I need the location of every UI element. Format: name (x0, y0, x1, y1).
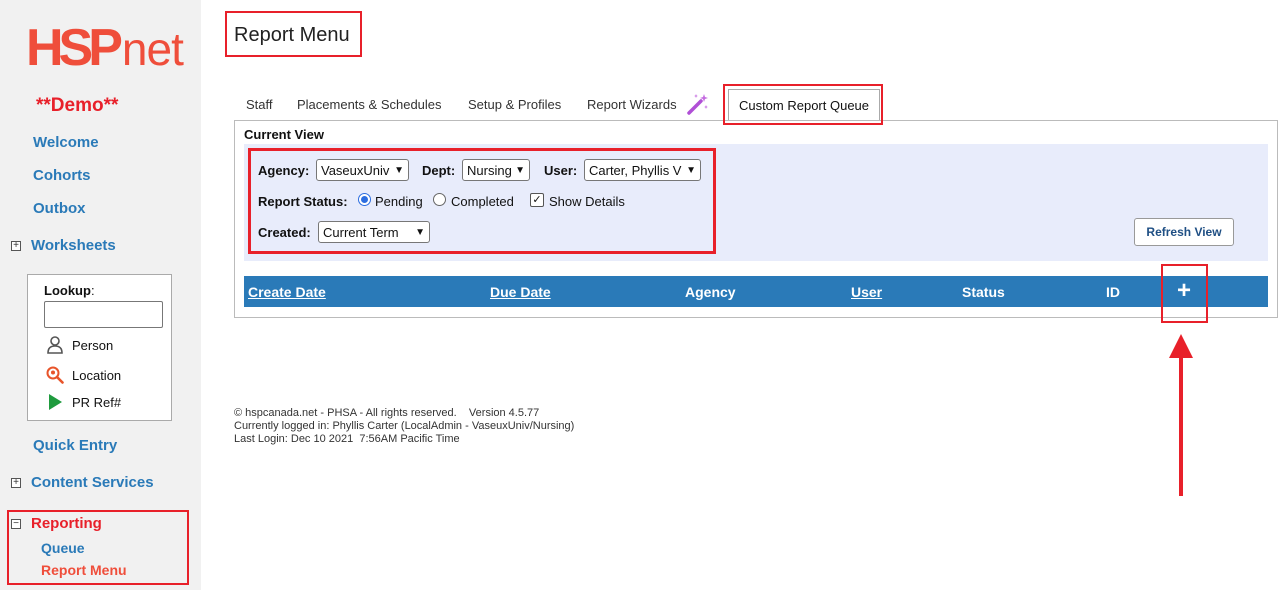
col-id: ID (1106, 284, 1120, 300)
play-icon (46, 393, 64, 411)
page-title: Report Menu (234, 24, 350, 46)
reporting-highlight-box (7, 510, 189, 585)
tab-custom-report-queue[interactable]: Custom Report Queue (728, 89, 880, 120)
nav-outbox[interactable]: Outbox (33, 200, 86, 217)
refresh-view-button[interactable]: Refresh View (1134, 218, 1234, 246)
lookup-pr-ref-label: PR Ref# (72, 394, 122, 410)
nav-worksheets-label: Worksheets (31, 237, 116, 254)
annotation-arrow-icon (1166, 332, 1196, 500)
col-due-date[interactable]: Due Date (490, 284, 551, 300)
lookup-pr-ref[interactable]: PR Ref# (46, 393, 121, 411)
nav-welcome[interactable]: Welcome (33, 134, 99, 151)
nav-content-services[interactable]: + Content Services (11, 474, 154, 491)
expand-icon[interactable]: + (11, 240, 21, 251)
nav-quick-entry[interactable]: Quick Entry (33, 437, 117, 454)
sidebar: HSPnet **Demo** Welcome Cohorts Outbox +… (0, 0, 201, 590)
col-agency: Agency (685, 284, 736, 300)
hspnet-logo[interactable]: HSPnet (26, 19, 184, 77)
col-status: Status (962, 284, 1005, 300)
col-create-date[interactable]: Create Date (248, 284, 326, 300)
footer-copyright: © hspcanada.net - PHSA - All rights rese… (234, 407, 540, 419)
logo-hsp: HSP (26, 19, 123, 77)
lookup-person-label: Person (72, 337, 114, 353)
current-view-label: Current View (244, 127, 324, 142)
logo-net: net (121, 23, 184, 75)
tab-report-wizards[interactable]: Report Wizards (587, 97, 677, 112)
col-user[interactable]: User (851, 284, 882, 300)
tab-staff[interactable]: Staff (246, 97, 273, 112)
nav-cohorts[interactable]: Cohorts (33, 167, 91, 184)
filters-highlight-box (248, 148, 716, 254)
tab-setup-profiles[interactable]: Setup & Profiles (468, 97, 561, 112)
add-highlight-box (1161, 264, 1208, 323)
expand-icon[interactable]: + (11, 477, 21, 488)
lookup-location[interactable]: Location (46, 366, 121, 384)
footer-last-login: Last Login: Dec 10 2021 7:56AM Pacific T… (234, 433, 460, 445)
footer: © hspcanada.net - PHSA - All rights rese… (234, 407, 574, 446)
lookup-panel: Lookup: Person Location PR Ref# (27, 274, 172, 421)
lookup-location-label: Location (72, 367, 122, 383)
nav-content-services-label: Content Services (31, 474, 154, 491)
magic-wand-icon[interactable] (686, 92, 710, 116)
nav-worksheets[interactable]: + Worksheets (11, 237, 116, 254)
lookup-input[interactable] (44, 301, 163, 328)
lookup-person[interactable]: Person (46, 336, 113, 354)
footer-logged-in: Currently logged in: Phyllis Carter (Loc… (234, 420, 575, 432)
lookup-label: Lookup: (44, 283, 95, 298)
tab-placements-schedules[interactable]: Placements & Schedules (297, 97, 442, 112)
demo-label: **Demo** (36, 95, 119, 116)
location-search-icon (46, 366, 64, 384)
person-icon (46, 336, 64, 354)
